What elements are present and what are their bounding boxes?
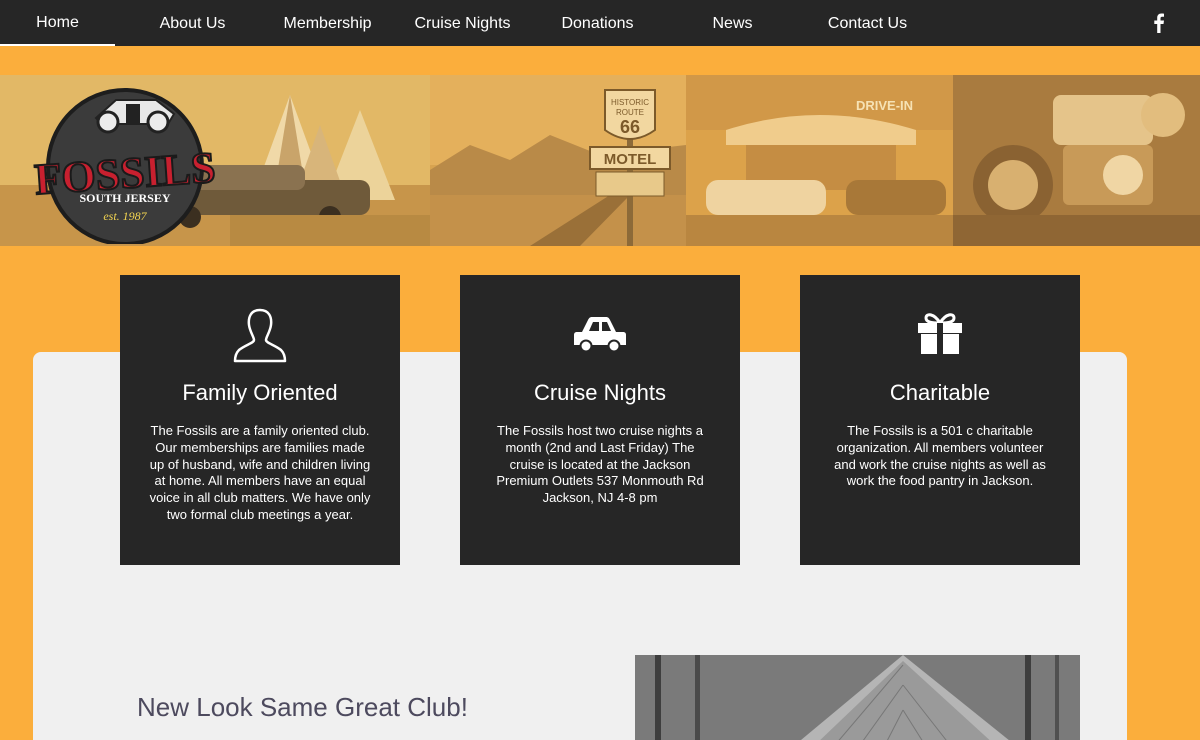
nav-about-us[interactable]: About Us — [135, 0, 250, 46]
top-navigation: Home About Us Membership Cruise Nights D… — [0, 0, 1200, 46]
card-text: The Fossils is a 501 c charitable organi… — [834, 423, 1046, 489]
route66-route-text: ROUTE — [616, 108, 644, 117]
nav-cruise-nights[interactable]: Cruise Nights — [405, 0, 520, 46]
fossils-logo[interactable]: FOSSILS SOUTH JERSEY est. 1987 — [8, 74, 242, 244]
clubhouse-photo — [635, 655, 1080, 740]
card-title: Cruise Nights — [533, 380, 667, 405]
person-icon — [233, 308, 287, 363]
route66-number-text: 66 — [620, 117, 640, 137]
feature-card-family: Family Oriented The Fossils are a family… — [120, 275, 400, 565]
section-title: New Look Same Great Club! — [137, 692, 468, 722]
nav-contact-us[interactable]: Contact Us — [810, 0, 925, 46]
card-title: Family Oriented — [182, 380, 338, 405]
nav-membership[interactable]: Membership — [270, 0, 385, 46]
logo-established-text: est. 1987 — [103, 209, 147, 223]
car-icon — [574, 317, 626, 353]
facebook-icon[interactable] — [1150, 13, 1168, 33]
feature-card-cruise-nights: Cruise Nights The Fossils host two cruis… — [460, 275, 740, 565]
drive-in-sign-text: DRIVE-IN — [856, 98, 913, 113]
nav-news[interactable]: News — [675, 0, 790, 46]
card-text: The Fossils are a family oriented club. … — [149, 423, 371, 522]
hero-image-drive-in: DRIVE-IN — [686, 75, 953, 246]
nav-home[interactable]: Home — [0, 0, 115, 46]
route66-top-text: HISTORIC — [611, 98, 649, 107]
hero-image-engine — [953, 75, 1200, 246]
card-title: Charitable — [889, 380, 991, 405]
motel-sign-text: MOTEL — [604, 151, 657, 168]
hero-image-route66: HISTORIC ROUTE 66 MOTEL — [430, 75, 686, 246]
nav-donations[interactable]: Donations — [540, 0, 655, 46]
card-text: The Fossils host two cruise nights a mon… — [496, 423, 704, 506]
gift-icon — [918, 313, 962, 354]
logo-region-text: SOUTH JERSEY — [79, 191, 170, 205]
feature-card-charitable: Charitable The Fossils is a 501 c charit… — [800, 275, 1080, 565]
